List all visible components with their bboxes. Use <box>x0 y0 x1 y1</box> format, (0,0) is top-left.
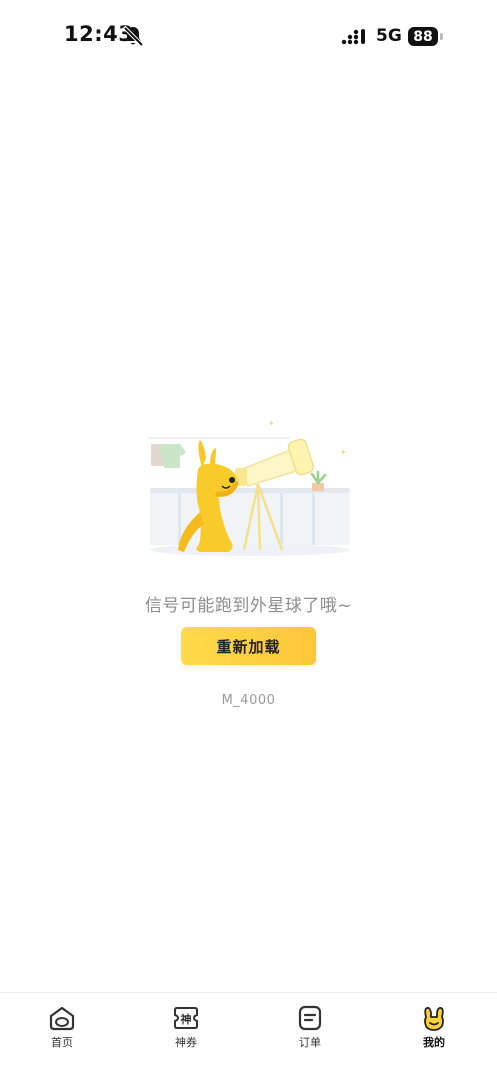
home-face-icon <box>49 1006 75 1031</box>
battery-cap <box>440 33 443 40</box>
app-screen: 12:43 5G 88 ✦ ✦ 信号可能跑到外星球了哦~ 重新加载 M_4000… <box>0 0 497 1080</box>
status-bar: 12:43 5G 88 <box>0 0 497 72</box>
space-telescope-illustration: ✦ ✦ <box>148 410 350 556</box>
signal-icon <box>341 29 365 45</box>
svg-text:神: 神 <box>181 1012 192 1026</box>
tab-home[interactable]: 首页 <box>27 1005 97 1055</box>
bottom-tab-bar: 首页 神 神券 订单 我的 <box>0 992 497 1080</box>
order-icon <box>298 1005 322 1031</box>
tab-order-label: 订单 <box>299 1036 321 1049</box>
kangaroo-icon <box>424 1006 444 1031</box>
network-type: 5G <box>376 26 402 46</box>
tab-mine[interactable]: 我的 <box>399 1005 469 1055</box>
svg-text:✦: ✦ <box>340 448 347 457</box>
error-code: M_4000 <box>221 693 276 708</box>
coupon-icon: 神 <box>174 1007 198 1029</box>
svg-text:✦: ✦ <box>268 419 275 428</box>
battery-level: 88 <box>413 28 433 45</box>
reload-button-label: 重新加载 <box>216 638 281 656</box>
tab-order[interactable]: 订单 <box>275 1005 345 1055</box>
tab-mine-label: 我的 <box>423 1036 445 1049</box>
empty-state-message: 信号可能跑到外星球了哦~ <box>144 596 353 616</box>
reload-button[interactable]: 重新加载 <box>181 627 316 665</box>
tab-coupon[interactable]: 神 神券 <box>151 1005 221 1055</box>
tab-home-label: 首页 <box>51 1036 73 1049</box>
bell-muted-icon <box>122 25 144 47</box>
tab-coupon-label: 神券 <box>175 1036 197 1049</box>
battery-indicator: 88 <box>408 27 438 46</box>
